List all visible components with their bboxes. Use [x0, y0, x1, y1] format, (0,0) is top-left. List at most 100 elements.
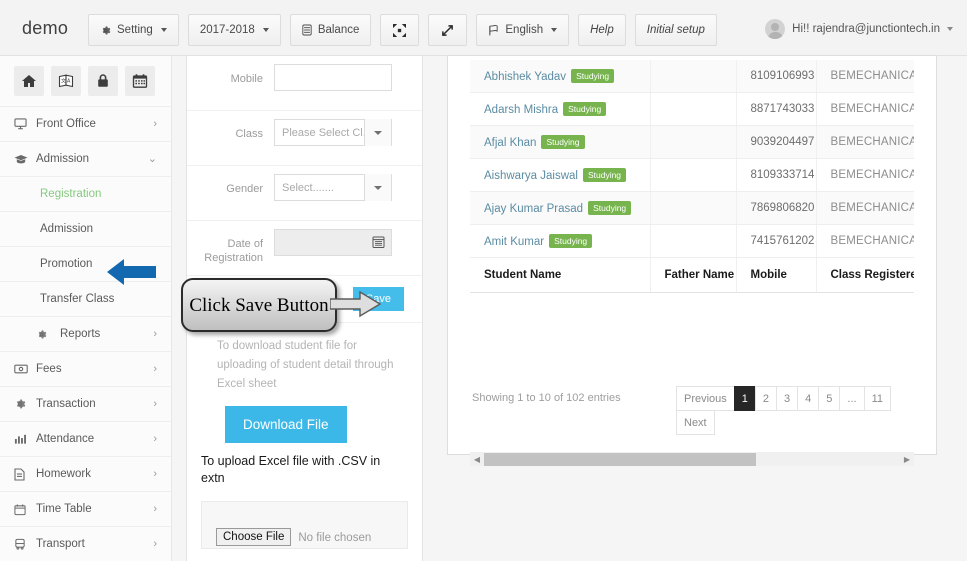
- sidebar-item-transport[interactable]: Transport ›: [0, 526, 171, 561]
- sidebar-item-label: Promotion: [40, 258, 93, 270]
- gear-icon: [36, 329, 56, 340]
- sidebar-item-label: Reports: [60, 328, 101, 340]
- callout-click-save: Click Save Button: [181, 278, 337, 332]
- sidebar-item-registration[interactable]: Registration: [0, 176, 171, 211]
- calendar-icon: [14, 503, 32, 516]
- scroll-left-arrow[interactable]: ◀: [470, 455, 484, 464]
- sidebar-item-label: Admission: [36, 153, 90, 165]
- sidebar-item-admission-sub[interactable]: Admission: [0, 211, 171, 246]
- chevron-right-icon: ›: [153, 117, 157, 130]
- gender-select[interactable]: Select.......: [274, 174, 392, 201]
- calendar-icon: [372, 235, 385, 249]
- choose-file-button[interactable]: Choose File: [216, 528, 292, 546]
- mobile-label: Mobile: [230, 73, 263, 85]
- language-button[interactable]: English: [476, 14, 570, 46]
- sidebar-item-time-table[interactable]: Time Table ›: [0, 491, 171, 526]
- pagination: Previous 1 2 3 4 5 ... 11 Next: [676, 386, 896, 435]
- quick-calendar-button[interactable]: [125, 66, 155, 96]
- language-label: English: [505, 24, 544, 36]
- student-name: Adarsh Mishra: [484, 104, 559, 116]
- column-header-mobile: Mobile: [736, 257, 817, 293]
- balance-button[interactable]: Balance: [289, 14, 372, 46]
- status-badge: Studying: [588, 201, 632, 215]
- form-row-mobile: Mobile: [187, 56, 422, 111]
- help-button[interactable]: Help: [578, 14, 626, 46]
- annotation-arrow-registration: [107, 259, 156, 285]
- date-of-registration-input[interactable]: [274, 229, 392, 256]
- column-header-student-name: Student Name: [470, 257, 651, 293]
- pagination-page-2[interactable]: 2: [754, 386, 778, 411]
- column-header-father-name: Father Name: [650, 257, 737, 293]
- mobile-cell: 8109333714: [736, 158, 817, 192]
- setting-button[interactable]: Setting: [88, 14, 179, 46]
- svg-text:文: 文: [61, 78, 66, 85]
- pagination-ellipsis: ...: [839, 386, 865, 411]
- table-row[interactable]: Amit Kumar Studying 7415761202 BEMECHANIC…: [470, 224, 914, 258]
- pagination-next[interactable]: Next: [676, 410, 715, 435]
- sidebar-quick-icons: 文 A: [0, 56, 171, 106]
- student-table-body: Abhishek Yadav Studying 8109106993 BEMECH…: [470, 60, 914, 293]
- father-name: [650, 60, 737, 93]
- sidebar-item-label: Front Office: [36, 118, 96, 130]
- father-name: [650, 158, 737, 192]
- mobile-input[interactable]: [274, 64, 392, 91]
- student-table: Abhishek Yadav Studying 8109106993 BEMECH…: [470, 60, 914, 293]
- initial-setup-button[interactable]: Initial setup: [634, 14, 717, 46]
- sidebar-item-homework[interactable]: Homework ›: [0, 456, 171, 491]
- pagination-page-4[interactable]: 4: [797, 386, 820, 411]
- table-footer-header-row: Student Name Father Name Mobile Class Re…: [470, 257, 914, 293]
- table-row[interactable]: Afjal Khan Studying 9039204497 BEMECHANIC…: [470, 125, 914, 159]
- sidebar-item-transaction[interactable]: Transaction ›: [0, 386, 171, 421]
- expand-icon: [441, 24, 454, 37]
- user-menu[interactable]: Hi!! rajendra@junctiontech.in: [765, 14, 953, 44]
- table-row[interactable]: Adarsh Mishra Studying 8871743033 BEMECHA…: [470, 92, 914, 126]
- quick-lock-button[interactable]: [88, 66, 118, 96]
- class-registered-cell: BEMECHANICAL1STSEMA: [816, 224, 914, 258]
- class-registered-cell: BEMECHANICAL1STSEMA: [816, 158, 914, 192]
- class-select-value: Please Select Cl...: [282, 126, 372, 139]
- gender-label: Gender: [226, 183, 263, 195]
- quick-translate-button[interactable]: 文 A: [51, 66, 81, 96]
- sidebar-item-admission[interactable]: Admission ⌄: [0, 141, 171, 176]
- class-select[interactable]: Please Select Cl...: [274, 119, 392, 146]
- father-name: [650, 224, 737, 258]
- flag-icon: [488, 24, 499, 36]
- mobile-cell: 9039204497: [736, 125, 817, 159]
- sidebar-item-fees[interactable]: Fees ›: [0, 351, 171, 386]
- sidebar-item-reports[interactable]: Reports ›: [0, 316, 171, 351]
- pagination-page-11[interactable]: 11: [863, 386, 892, 411]
- chevron-right-icon: ›: [153, 397, 157, 410]
- mobile-cell: 8109106993: [736, 60, 817, 93]
- graduation-cap-icon: [14, 154, 32, 165]
- student-list-card: Abhishek Yadav Studying 8109106993 BEMECH…: [447, 55, 937, 466]
- download-file-button[interactable]: Download File: [225, 406, 347, 443]
- scrollbar-thumb[interactable]: [484, 452, 756, 466]
- quick-home-button[interactable]: [14, 66, 44, 96]
- table-row[interactable]: Abhishek Yadav Studying 8109106993 BEMECH…: [470, 60, 914, 93]
- sidebar-item-attendance[interactable]: Attendance ›: [0, 421, 171, 456]
- showing-entries-label: Showing 1 to 10 of 102 entries: [472, 392, 621, 404]
- balance-label: Balance: [317, 24, 360, 36]
- expand-button[interactable]: [428, 14, 468, 46]
- sidebar-item-front-office[interactable]: Front Office ›: [0, 106, 171, 141]
- top-bar: demo Setting 2017-2018 Balance English H…: [0, 0, 967, 56]
- chart-icon: [14, 433, 32, 445]
- chevron-down-icon: ⌄: [147, 152, 157, 165]
- top-bar-buttons: Setting 2017-2018 Balance English Help I…: [88, 14, 717, 46]
- table-row[interactable]: Aishwarya Jaiswal Studying 8109333714 BEM…: [470, 158, 914, 192]
- date-of-registration-label: Date of Registration: [204, 238, 263, 264]
- table-row[interactable]: Ajay Kumar Prasad Studying 7869806820 BEM…: [470, 191, 914, 225]
- translate-icon: 文 A: [58, 73, 74, 89]
- table-horizontal-scrollbar[interactable]: ◀ ▶: [470, 452, 914, 466]
- pagination-previous[interactable]: Previous: [676, 386, 735, 411]
- pagination-page-3[interactable]: 3: [776, 386, 799, 411]
- student-table-scroll-area: Abhishek Yadav Studying 8109106993 BEMECH…: [470, 60, 914, 378]
- sidebar-item-label: Time Table: [36, 503, 92, 515]
- pagination-page-1[interactable]: 1: [733, 386, 756, 411]
- session-year-button[interactable]: 2017-2018: [187, 14, 281, 46]
- compress-button[interactable]: [380, 14, 420, 46]
- scroll-right-arrow[interactable]: ▶: [900, 455, 914, 464]
- gender-select-value: Select.......: [282, 181, 334, 194]
- pagination-page-5[interactable]: 5: [818, 386, 841, 411]
- help-label: Help: [590, 24, 614, 36]
